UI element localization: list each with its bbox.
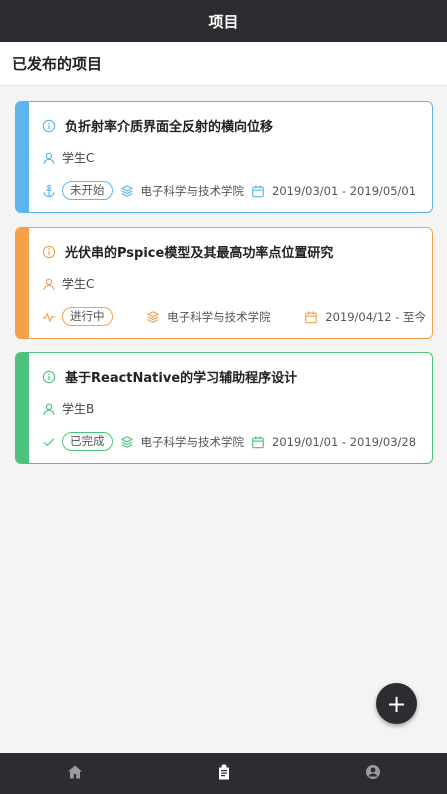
- status-badge: 进行中: [62, 307, 113, 326]
- info-icon: [41, 369, 57, 385]
- student-name: 学生B: [62, 402, 95, 416]
- app-header: 项目: [0, 0, 447, 42]
- tab-projects[interactable]: [149, 753, 298, 794]
- calendar-icon: [250, 183, 266, 199]
- project-card[interactable]: 负折射率介质界面全反射的横向位移 学生C 未开始 电子科学与技术学院 2019/…: [15, 101, 433, 213]
- tab-account[interactable]: [298, 753, 447, 794]
- layers-icon: [119, 434, 135, 450]
- user-icon: [41, 150, 57, 166]
- plus-icon: +: [386, 689, 407, 718]
- section-title: 已发布的项目: [12, 55, 103, 73]
- user-icon: [41, 401, 57, 417]
- layers-icon: [119, 183, 135, 199]
- info-icon: [41, 244, 57, 260]
- project-title: 基于ReactNative的学习辅助程序设计: [65, 371, 298, 386]
- project-card[interactable]: 光伏串的Pspice模型及其最高功率点位置研究 学生C 进行中 电子科学与技术学…: [15, 227, 433, 339]
- status-badge: 已完成: [62, 432, 113, 451]
- add-project-button[interactable]: +: [376, 683, 417, 724]
- card-stripe: [15, 102, 29, 212]
- activity-icon: [41, 309, 57, 325]
- page-title: 项目: [208, 12, 239, 31]
- project-title: 负折射率介质界面全反射的横向位移: [65, 120, 274, 135]
- account-icon: [365, 764, 381, 784]
- student-name: 学生C: [62, 151, 95, 165]
- tab-home[interactable]: [0, 753, 149, 794]
- info-icon: [41, 118, 57, 134]
- check-icon: [41, 434, 57, 450]
- date-range: 2019/01/01 - 2019/03/28: [272, 434, 417, 449]
- bottom-tab-bar: [0, 753, 447, 794]
- department: 电子科学与技术学院: [140, 434, 245, 449]
- date-range: 2019/03/01 - 2019/05/01: [272, 183, 417, 198]
- calendar-icon: [250, 434, 266, 450]
- calendar-icon: [303, 309, 319, 325]
- status-badge: 未开始: [62, 181, 113, 200]
- user-icon: [41, 276, 57, 292]
- department: 电子科学与技术学院: [167, 309, 271, 324]
- clipboard-icon: [216, 764, 232, 784]
- date-range: 2019/04/12 - 至今: [325, 309, 426, 324]
- layers-icon: [145, 309, 161, 325]
- section-header: 已发布的项目: [0, 42, 447, 86]
- department: 电子科学与技术学院: [140, 183, 245, 198]
- card-stripe: [15, 353, 29, 463]
- project-title: 光伏串的Pspice模型及其最高功率点位置研究: [65, 246, 334, 261]
- project-card[interactable]: 基于ReactNative的学习辅助程序设计 学生B 已完成 电子科学与技术学院…: [15, 352, 433, 464]
- anchor-icon: [41, 183, 57, 199]
- card-stripe: [15, 228, 29, 338]
- home-icon: [67, 764, 83, 784]
- student-name: 学生C: [62, 277, 95, 291]
